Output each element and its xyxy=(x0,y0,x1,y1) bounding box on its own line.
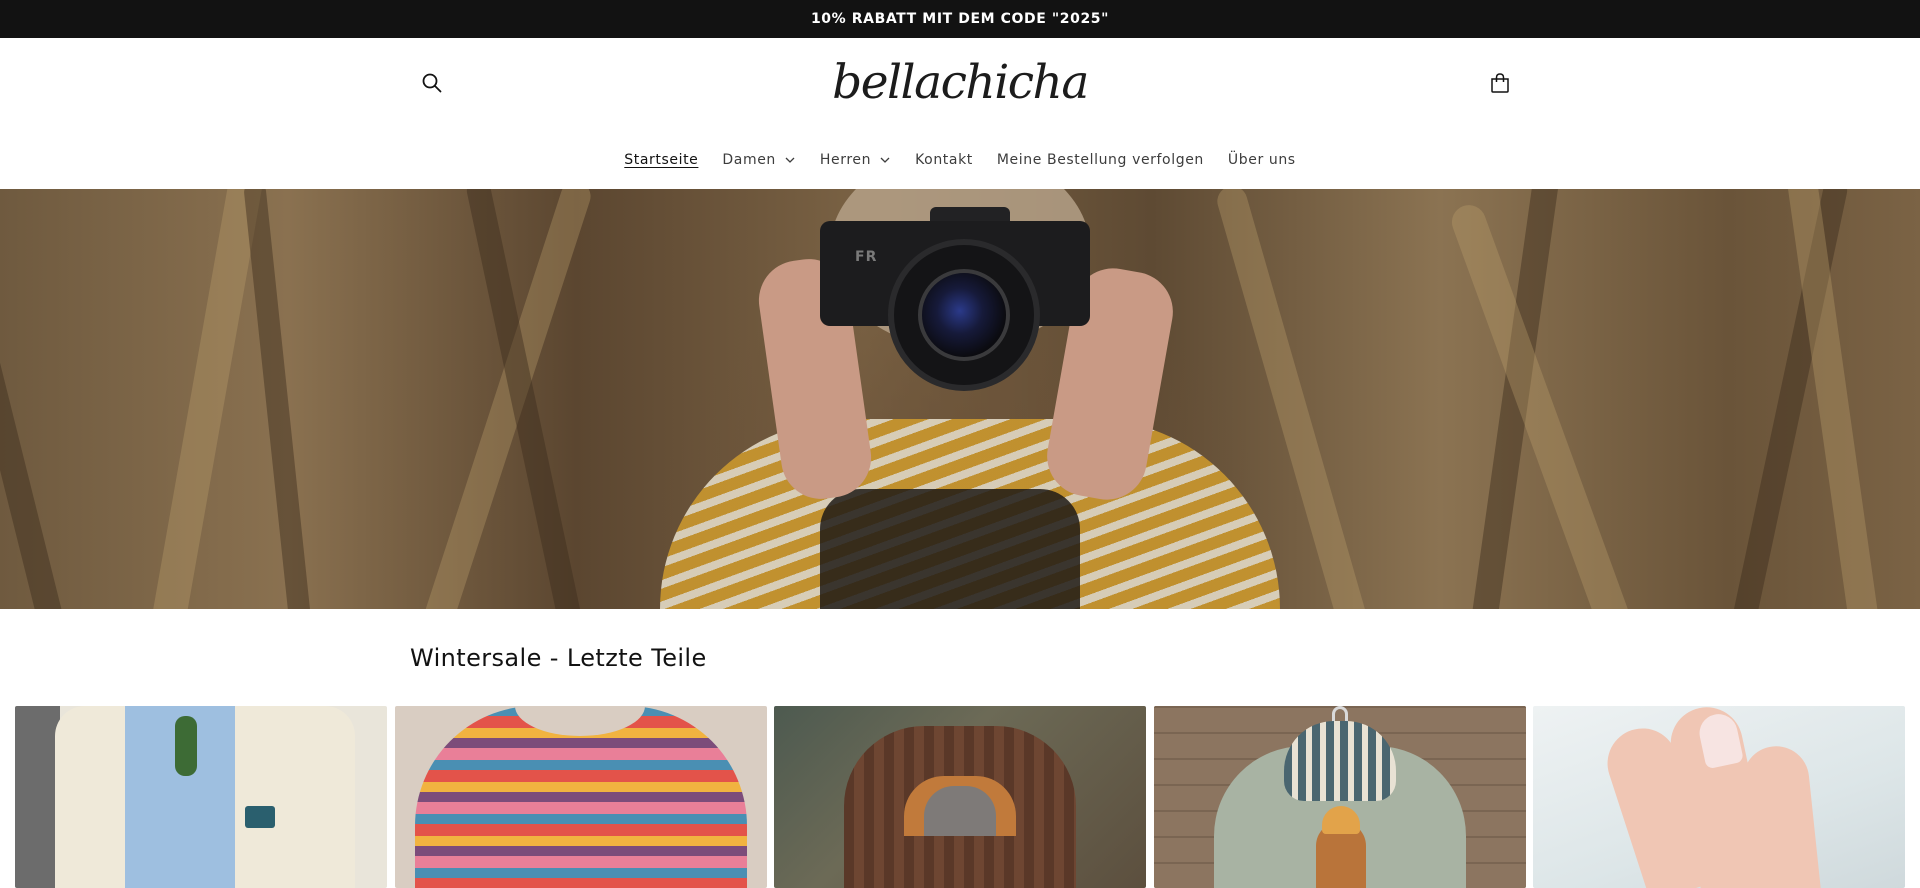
site-logo[interactable]: bellachicha xyxy=(800,52,1120,112)
cornstalk-decoration xyxy=(420,189,595,609)
product-card-ring[interactable] xyxy=(1533,706,1905,888)
nav-item-startseite[interactable]: Startseite xyxy=(612,152,710,168)
product-image-necklace xyxy=(175,716,197,776)
chevron-down-icon xyxy=(784,154,796,166)
cart-icon xyxy=(1491,73,1509,93)
cornstalk-decoration xyxy=(150,189,266,609)
nav-item-label: Über uns xyxy=(1227,152,1296,168)
product-card-cable-cardigan[interactable] xyxy=(774,706,1146,888)
announcement-bar: 10% RABATT MIT DEM CODE "2025" xyxy=(0,0,1920,38)
nav-item-label: Herren xyxy=(819,152,872,168)
product-image-hood xyxy=(1284,721,1396,801)
nav-item-damen[interactable]: Damen xyxy=(710,152,807,168)
product-image-patch xyxy=(245,806,275,828)
search-button[interactable] xyxy=(414,65,450,101)
cornstalk-decoration xyxy=(243,189,312,609)
announcement-text: 10% RABATT MIT DEM CODE "2025" xyxy=(810,11,1110,27)
nav-item-about[interactable]: Über uns xyxy=(1216,152,1308,168)
product-card-fleece-vest[interactable] xyxy=(15,706,387,888)
nav-item-kontakt[interactable]: Kontakt xyxy=(903,152,985,168)
product-image-finger xyxy=(1739,742,1823,888)
product-image-collar-lining xyxy=(924,786,996,836)
nav-item-label: Meine Bestellung verfolgen xyxy=(996,152,1204,168)
cornstalk-decoration xyxy=(0,189,66,609)
site-header: bellachicha Startseite Damen Herren Kont… xyxy=(0,38,1920,189)
nav-item-herren[interactable]: Herren xyxy=(808,152,903,168)
product-image-background xyxy=(15,706,60,888)
product-card-fair-isle-sweater[interactable] xyxy=(395,706,767,888)
nav-item-label: Kontakt xyxy=(915,152,973,168)
cart-button[interactable] xyxy=(1482,65,1518,101)
product-card-dog-hoodie[interactable] xyxy=(1154,706,1526,888)
camera-brand-mark: FR xyxy=(855,249,878,265)
nav-item-label: Damen xyxy=(722,152,776,168)
main-navigation: Startseite Damen Herren Kontakt Meine Be… xyxy=(0,146,1920,174)
collection-title: Wintersale - Letzte Teile xyxy=(410,644,707,672)
chevron-down-icon xyxy=(879,154,891,166)
search-icon xyxy=(422,73,442,93)
nav-item-order-tracking[interactable]: Meine Bestellung verfolgen xyxy=(985,152,1216,168)
sweater-shadow xyxy=(820,489,1080,609)
hero-banner-image: FR xyxy=(0,189,1920,609)
camera-lens-glass xyxy=(918,269,1010,361)
nav-item-label: Startseite xyxy=(624,152,699,168)
